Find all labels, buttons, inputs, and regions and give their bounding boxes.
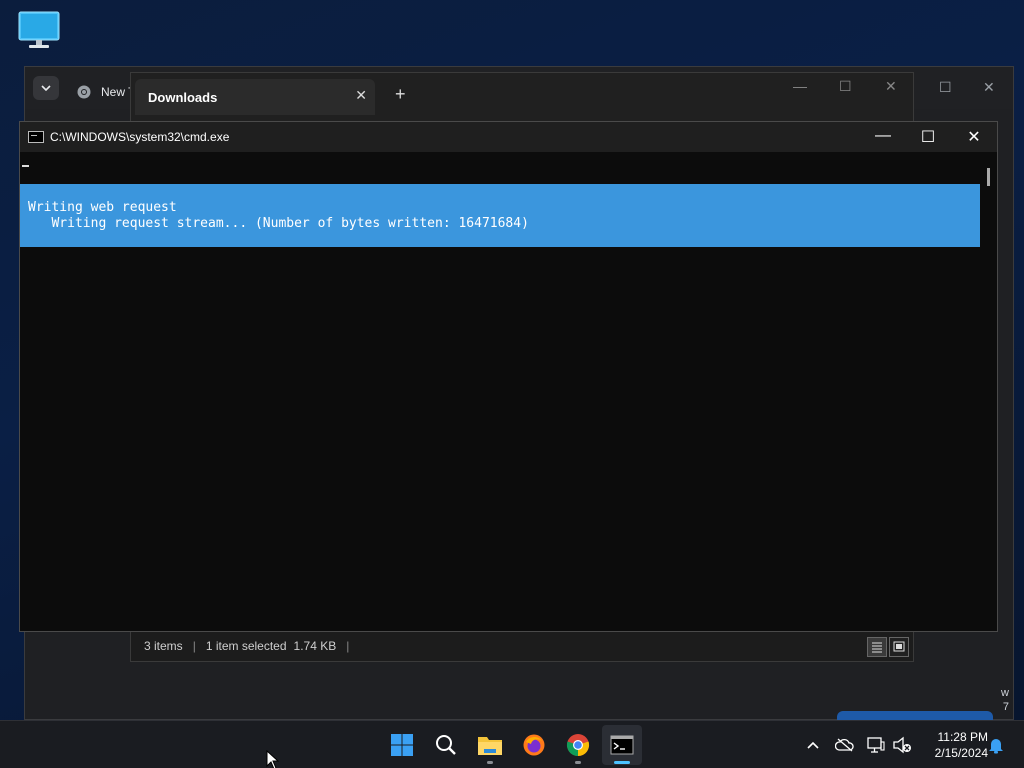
firefox-button[interactable] [514,725,554,765]
network-icon [867,737,885,753]
progress-banner: Writing web request Writing request stre… [20,184,980,247]
mouse-pointer-icon [266,750,280,768]
tiles-view-icon [893,641,905,652]
explorer-maximize-button[interactable]: ☐ [839,78,852,95]
firefox-icon [523,734,545,756]
running-indicator [575,761,581,764]
clock[interactable]: 11:28 PM 2/15/2024 [918,729,988,761]
status-size: 1.74 KB [293,639,337,653]
cmd-close-button[interactable]: ✕ [959,127,989,147]
volume-button[interactable] [892,735,912,755]
chrome-side-text: 7 [1002,701,1009,713]
show-hidden-icons-button[interactable] [803,735,823,755]
terminal-icon [610,735,634,755]
chevron-down-icon [41,85,51,91]
list-view-icon [872,642,882,653]
volume-muted-icon [893,736,911,754]
scrollbar-thumb[interactable] [987,168,990,186]
details-view-button[interactable] [867,637,887,657]
new-tab-button[interactable]: + [395,84,406,105]
clock-time: 11:28 PM [937,730,988,744]
chevron-up-icon [807,741,819,749]
clock-date: 2/15/2024 [934,746,988,760]
chrome-logo-icon [77,85,91,99]
progress-line-1: Writing web request [28,200,177,215]
text-cursor [22,165,29,167]
search-icon [436,735,456,755]
chrome-side-text: w [1001,687,1009,699]
explorer-tab-title: Downloads [148,89,218,105]
tiles-view-button[interactable] [889,637,909,657]
cmd-app-icon [28,131,44,143]
network-button[interactable] [866,735,886,755]
explorer-close-button[interactable]: ✕ [885,78,897,95]
taskbar: 11:28 PM 2/15/2024 [0,720,1024,768]
chrome-close-button[interactable]: ✕ [983,79,995,96]
chrome-maximize-button[interactable]: ☐ [939,79,952,96]
progress-line-2: Writing request stream... (Number of byt… [28,216,529,231]
chrome-icon [566,734,590,757]
cloud-offline-icon [835,738,854,752]
terminal-button[interactable] [602,725,642,765]
status-item-count: 3 items [144,639,183,653]
start-icon [391,734,413,756]
cmd-maximize-button[interactable]: ☐ [913,127,943,147]
cmd-title-bar[interactable]: C:\WINDOWS\system32\cmd.exe — ☐ ✕ [20,122,997,152]
cmd-minimize-button[interactable]: — [868,127,898,145]
notifications-button[interactable] [986,735,1006,755]
file-explorer-button[interactable] [470,725,510,765]
file-explorer-icon [478,737,502,755]
explorer-status-bar: 3 items | 1 item selected 1.74 KB | [131,631,913,661]
cmd-window: C:\WINDOWS\system32\cmd.exe — ☐ ✕ Writin… [19,121,998,632]
status-selected: 1 item selected [205,639,287,653]
close-icon[interactable]: ✕ [355,87,367,104]
desktop: New T ☐ ✕ R Vi 2C w 7 Downloads ✕ + — ☐ … [0,0,1024,721]
running-indicator [487,761,493,764]
explorer-minimize-button[interactable]: — [793,78,807,94]
monitor-icon[interactable] [17,10,61,50]
onedrive-button[interactable] [835,735,855,755]
start-button[interactable] [382,725,422,765]
bell-icon [989,739,1003,754]
explorer-tab[interactable]: Downloads ✕ [135,79,375,115]
tab-search-button[interactable] [33,76,59,100]
chrome-button[interactable] [558,725,598,765]
active-indicator [614,761,630,764]
search-button[interactable] [426,725,466,765]
cmd-title: C:\WINDOWS\system32\cmd.exe [50,130,230,144]
